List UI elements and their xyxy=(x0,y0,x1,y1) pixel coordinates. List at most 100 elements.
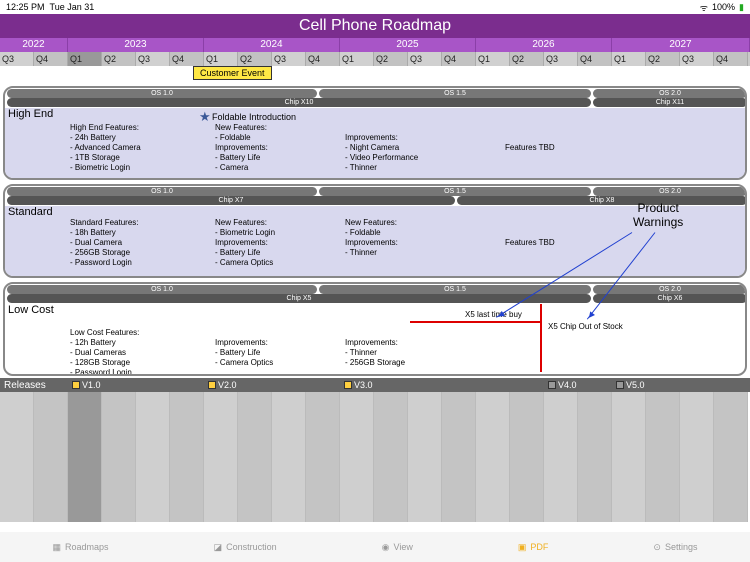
bottom-quarter-cell xyxy=(0,392,34,522)
quarter-cell: Q3 xyxy=(680,52,714,66)
quarter-cell: Q2 xyxy=(374,52,408,66)
bottom-quarter-cell xyxy=(204,392,238,522)
tab-settings[interactable]: ⊙Settings xyxy=(653,542,697,553)
warning-2: X5 Chip Out of Stock xyxy=(548,322,623,332)
year-2023: 2023 xyxy=(68,38,204,52)
bottom-quarter-cell xyxy=(306,392,340,522)
quarter-header: Q3Q4Q1Q2Q3Q4Q1Q2Q3Q4Q1Q2Q3Q4Q1Q2Q3Q4Q1Q2… xyxy=(0,52,750,66)
quarter-cell: Q1 xyxy=(68,52,102,66)
release-v3[interactable]: V3.0 xyxy=(344,380,373,390)
bottom-quarter-cell xyxy=(714,392,748,522)
quarter-cell: Q3 xyxy=(544,52,578,66)
standard-section: OS 1.0 OS 1.5 OS 2.0 Chip X7 Chip X8 Sta… xyxy=(3,184,747,278)
highend-notes-1: High End Features:- 24h Battery- Advance… xyxy=(70,123,141,173)
bottom-quarter-cell xyxy=(646,392,680,522)
release-v5[interactable]: V5.0 xyxy=(616,380,645,390)
release-v4[interactable]: V4.0 xyxy=(548,380,577,390)
battery-icon: ▮ xyxy=(739,2,744,13)
standard-chip1: Chip X7 xyxy=(7,196,455,205)
foldable-intro: Foldable Introduction xyxy=(212,112,296,122)
quarter-cell: Q2 xyxy=(510,52,544,66)
pdf-icon: ▣ xyxy=(518,542,527,553)
highend-chip2: Chip X11 xyxy=(593,98,747,107)
bottom-quarter-cell xyxy=(544,392,578,522)
lowcost-notes-3: Improvements:- Thinner- 256GB Storage xyxy=(345,338,405,368)
bottom-quarter-cell xyxy=(578,392,612,522)
bottom-quarter-cell xyxy=(510,392,544,522)
quarter-cell: Q2 xyxy=(238,52,272,66)
map-icon: ▦ xyxy=(53,542,62,553)
bottom-grid xyxy=(0,392,750,522)
bottom-quarter-cell xyxy=(272,392,306,522)
quarter-cell: Q1 xyxy=(476,52,510,66)
standard-os1: OS 1.0 xyxy=(7,187,317,196)
year-2024: 2024 xyxy=(204,38,340,52)
star-icon: ★ xyxy=(199,109,211,125)
warning-line-2 xyxy=(540,304,542,372)
tab-view[interactable]: ◉View xyxy=(382,542,413,553)
customer-event[interactable]: Customer Event xyxy=(193,66,272,80)
highend-section: OS 1.0 OS 1.5 OS 2.0 Chip X10 Chip X11 H… xyxy=(3,86,747,180)
standard-os2: OS 2.0 xyxy=(593,187,747,196)
standard-label: Standard xyxy=(8,206,53,218)
bottom-quarter-cell xyxy=(442,392,476,522)
release-v1[interactable]: V1.0 xyxy=(72,380,101,390)
lowcost-os15: OS 1.5 xyxy=(319,285,591,294)
release-v2[interactable]: V2.0 xyxy=(208,380,237,390)
lowcost-notes-2: Improvements:- Battery Life- Camera Opti… xyxy=(215,338,273,368)
releases-row: Releases V1.0 V2.0 V3.0 V4.0 V5.0 xyxy=(0,378,750,392)
battery-pct: 100% xyxy=(712,2,735,12)
year-header: 2022 2023 2024 2025 2026 2027 xyxy=(0,38,750,52)
bottom-quarter-cell xyxy=(68,392,102,522)
highend-os15: OS 1.5 xyxy=(319,89,591,98)
quarter-cell: Q1 xyxy=(204,52,238,66)
bottom-quarter-cell xyxy=(408,392,442,522)
standard-notes-4: Features TBD xyxy=(505,238,555,248)
lowcost-chip1: Chip X5 xyxy=(7,294,591,303)
eye-icon: ◉ xyxy=(382,542,390,553)
warning-line-1 xyxy=(410,321,540,323)
lowcost-notes-1: Low Cost Features:- 12h Battery- Dual Ca… xyxy=(70,328,139,376)
bottom-quarter-cell xyxy=(102,392,136,522)
bottom-quarter-cell xyxy=(680,392,714,522)
bottom-quarter-cell xyxy=(340,392,374,522)
standard-os15: OS 1.5 xyxy=(319,187,591,196)
time: 12:25 PM xyxy=(6,2,45,12)
year-2026: 2026 xyxy=(476,38,612,52)
construction-icon: ◪ xyxy=(214,542,223,553)
lowcost-chip2: Chip X6 xyxy=(593,294,747,303)
highend-label: High End xyxy=(8,108,53,120)
quarter-cell: Q3 xyxy=(0,52,34,66)
tab-construction[interactable]: ◪Construction xyxy=(214,542,277,553)
bottom-quarter-cell xyxy=(34,392,68,522)
quarter-cell: Q3 xyxy=(272,52,306,66)
highend-chip1: Chip X10 xyxy=(7,98,591,107)
quarter-cell: Q4 xyxy=(714,52,748,66)
quarter-cell: Q2 xyxy=(646,52,680,66)
bottom-quarter-cell xyxy=(476,392,510,522)
date: Tue Jan 31 xyxy=(50,2,95,12)
quarter-cell: Q4 xyxy=(578,52,612,66)
quarter-cell: Q3 xyxy=(136,52,170,66)
highend-notes-3: Improvements:- Night Camera- Video Perfo… xyxy=(345,133,418,173)
tab-pdf[interactable]: ▣PDF xyxy=(518,542,549,553)
highend-notes-2: New Features:- FoldableImprovements:- Ba… xyxy=(215,123,268,173)
lowcost-section: OS 1.0 OS 1.5 OS 2.0 Chip X5 Chip X6 Low… xyxy=(3,282,747,376)
quarter-cell: Q1 xyxy=(340,52,374,66)
wifi-icon: ᯤ xyxy=(700,1,708,14)
quarter-cell: Q4 xyxy=(306,52,340,66)
quarter-cell: Q4 xyxy=(170,52,204,66)
standard-notes-3: New Features:- FoldableImprovements:- Th… xyxy=(345,218,398,258)
standard-notes-2: New Features:- Biometric LoginImprovemen… xyxy=(215,218,275,268)
year-2025: 2025 xyxy=(340,38,476,52)
lowcost-os2: OS 2.0 xyxy=(593,285,747,294)
quarter-cell: Q4 xyxy=(34,52,68,66)
bottom-quarter-cell xyxy=(170,392,204,522)
quarter-cell: Q2 xyxy=(102,52,136,66)
settings-icon: ⊙ xyxy=(653,542,661,553)
lowcost-os1: OS 1.0 xyxy=(7,285,317,294)
standard-notes-1: Standard Features:- 18h Battery- Dual Ca… xyxy=(70,218,138,268)
tab-roadmaps[interactable]: ▦Roadmaps xyxy=(53,542,109,553)
quarter-cell: Q3 xyxy=(408,52,442,66)
highend-notes-4: Features TBD xyxy=(505,143,555,153)
